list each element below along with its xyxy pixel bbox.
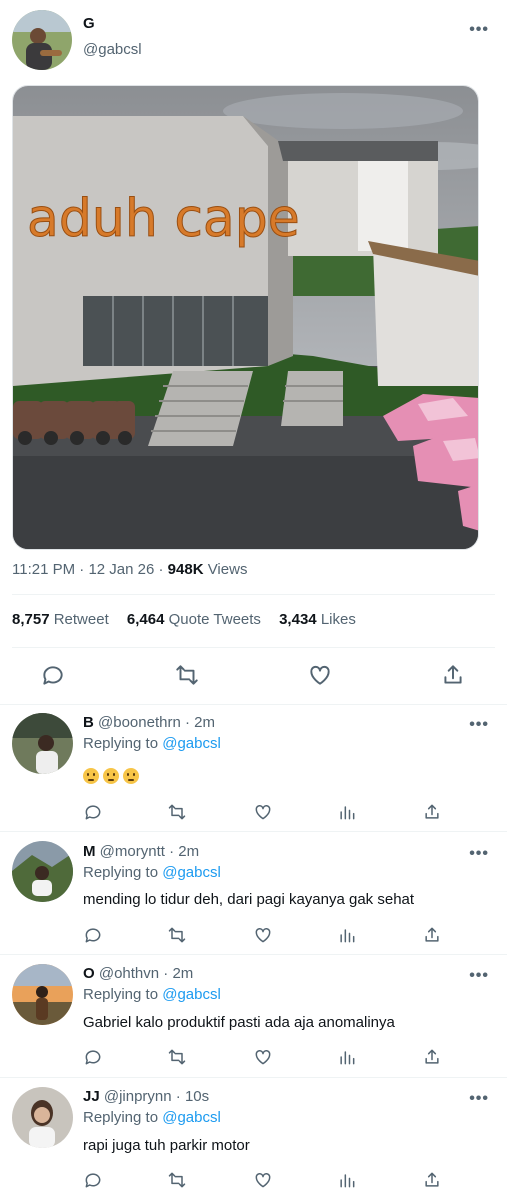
replying-to-link[interactable]: @gabcsl (162, 986, 221, 1003)
like-icon[interactable] (253, 802, 273, 822)
image-caption-text: aduh cape (27, 189, 300, 249)
like-icon[interactable] (253, 925, 273, 945)
retweet-icon[interactable] (167, 802, 187, 822)
author-handle[interactable]: @gabcsl (83, 41, 142, 58)
author-avatar[interactable] (12, 10, 72, 70)
reply-text: rapi juga tuh parkir motor (83, 1137, 250, 1154)
reply-icon[interactable] (83, 1170, 103, 1190)
divider (12, 594, 495, 595)
reply-time: 2m (172, 965, 194, 982)
meta-separator: · (158, 561, 164, 578)
more-options-icon[interactable]: ••• (469, 716, 489, 734)
analytics-icon[interactable] (337, 802, 357, 822)
reply-author-name[interactable]: M (83, 843, 96, 860)
reply-item[interactable]: M @moryntt · 2m ••• Replying to @gabcsl … (0, 832, 507, 954)
reply-item[interactable]: O @ohthvn · 2m ••• Replying to @gabcsl G… (0, 955, 507, 1077)
reply-text (83, 767, 143, 785)
replying-to-link[interactable]: @gabcsl (162, 864, 221, 881)
retweet-icon[interactable] (167, 925, 187, 945)
replying-to-link[interactable]: @gabcsl (162, 735, 221, 752)
retweet-icon[interactable] (174, 662, 200, 688)
reply-item[interactable]: JJ @jinprynn · 10s ••• Replying to @gabc… (0, 1078, 507, 1200)
meta-separator: · (79, 561, 85, 578)
reply-avatar[interactable] (12, 1087, 73, 1148)
reply-icon[interactable] (83, 1047, 103, 1067)
reply-text: mending lo tidur deh, dari pagi kayanya … (83, 891, 415, 908)
reply-icon[interactable] (40, 662, 66, 688)
analytics-icon[interactable] (337, 1047, 357, 1067)
reply-time: 2m (194, 714, 215, 731)
views-label[interactable]: Views (208, 561, 248, 578)
reply-avatar[interactable] (12, 964, 73, 1025)
reply-item[interactable]: B @boonethrn · 2m ••• Replying to @gabcs… (0, 705, 507, 831)
tweet-meta: 11:21 PM · 12 Jan 26 · 948K Views (12, 561, 247, 578)
divider (12, 647, 495, 648)
tweet-time: 11:21 PM (12, 561, 76, 578)
reply-text: Gabriel kalo produktif pasti ada aja ano… (83, 1014, 395, 1031)
share-icon[interactable] (440, 662, 466, 688)
author-name[interactable]: G (83, 15, 95, 32)
reply-author-handle[interactable]: @moryntt (100, 843, 165, 860)
reply-icon[interactable] (83, 925, 103, 945)
tweet-actions (0, 662, 507, 692)
like-icon[interactable] (307, 662, 333, 688)
thinking-emoji-icon (103, 768, 119, 785)
thinking-emoji-icon (123, 768, 139, 785)
analytics-icon[interactable] (337, 1170, 357, 1190)
more-options-icon[interactable]: ••• (469, 967, 489, 985)
more-options-icon[interactable]: ••• (469, 1090, 489, 1108)
like-icon[interactable] (253, 1047, 273, 1067)
reply-avatar[interactable] (12, 713, 73, 774)
reply-author-name[interactable]: B (83, 714, 94, 731)
share-icon[interactable] (422, 925, 442, 945)
reply-icon[interactable] (83, 802, 103, 822)
thinking-emoji-icon (83, 768, 99, 785)
replying-to-link[interactable]: @gabcsl (162, 1109, 221, 1126)
quotes-stat[interactable]: 6,464 Quote Tweets (127, 611, 261, 628)
reply-avatar[interactable] (12, 841, 73, 902)
analytics-icon[interactable] (337, 925, 357, 945)
tweet-date: 12 Jan 26 (88, 561, 155, 578)
likes-stat[interactable]: 3,434 Likes (279, 611, 356, 628)
reply-author-name[interactable]: O (83, 965, 95, 982)
share-icon[interactable] (422, 802, 442, 822)
retweet-icon[interactable] (167, 1170, 187, 1190)
reply-author-name[interactable]: JJ (83, 1088, 100, 1105)
more-options-icon[interactable]: ••• (469, 21, 489, 39)
reply-author-handle[interactable]: @ohthvn (99, 965, 159, 982)
reply-time: 10s (184, 1088, 210, 1105)
like-icon[interactable] (253, 1170, 273, 1190)
reply-author-handle[interactable]: @jinprynn (104, 1088, 172, 1105)
retweet-icon[interactable] (167, 1047, 187, 1067)
share-icon[interactable] (422, 1047, 442, 1067)
reply-author-handle[interactable]: @boonethrn (98, 714, 181, 731)
more-options-icon[interactable]: ••• (469, 845, 489, 863)
share-icon[interactable] (422, 1170, 442, 1190)
reply-time: 2m (178, 843, 200, 860)
tweet-stats: 8,757 Retweet 6,464 Quote Tweets 3,434 L… (12, 611, 370, 628)
views-count: 948K (167, 561, 204, 578)
tweet-image[interactable]: aduh cape (12, 85, 479, 550)
retweets-stat[interactable]: 8,757 Retweet (12, 611, 109, 628)
